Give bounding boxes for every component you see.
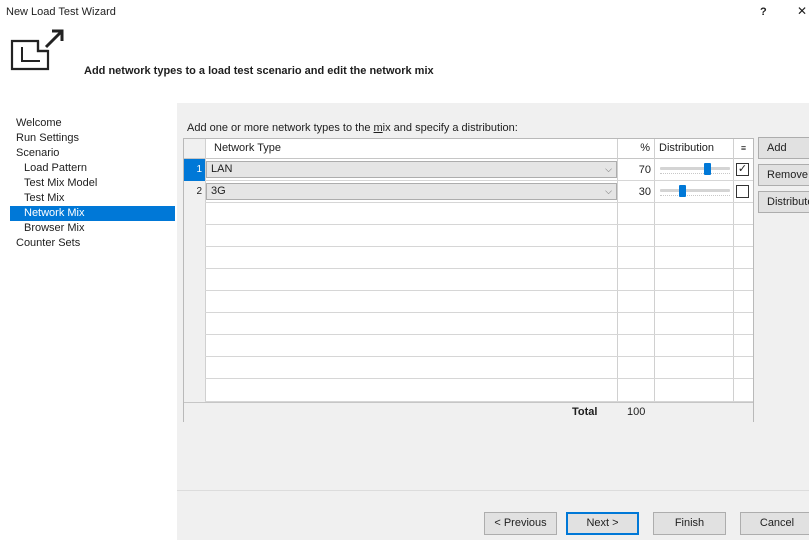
- instruction-text: Add one or more network types to the mix…: [187, 122, 518, 134]
- header-lock[interactable]: ≡: [734, 139, 753, 159]
- empty-row[interactable]: [184, 335, 753, 357]
- distribution-slider[interactable]: [660, 163, 730, 176]
- network-type-select[interactable]: LAN ⌵: [206, 161, 617, 178]
- header-rownum: [184, 139, 205, 159]
- slider-ticks: [660, 173, 730, 175]
- total-row: Total 100: [184, 402, 753, 422]
- title-bar: New Load Test Wizard ? ✕: [0, 0, 809, 22]
- distribute-label: Distribute: [767, 196, 809, 208]
- wizard-header-text: Add network types to a load test scenari…: [84, 65, 434, 77]
- nav-item-test-mix[interactable]: Test Mix: [10, 191, 175, 206]
- next-button[interactable]: Next >: [566, 512, 639, 535]
- empty-row[interactable]: [184, 247, 753, 269]
- row-header: [184, 225, 205, 247]
- network-type-value: 3G: [211, 185, 226, 197]
- empty-row[interactable]: [184, 203, 753, 225]
- slider-thumb[interactable]: [704, 163, 711, 175]
- previous-button[interactable]: < Previous: [484, 512, 557, 535]
- network-type-select[interactable]: 3G ⌵: [206, 183, 617, 200]
- slider-track: [660, 189, 730, 192]
- instruction-access-key: m: [373, 122, 383, 134]
- slider-ticks: [660, 195, 730, 197]
- wizard-nav: Welcome Run Settings Scenario Load Patte…: [10, 116, 175, 251]
- empty-row[interactable]: [184, 269, 753, 291]
- row-header: [184, 269, 205, 291]
- row-number[interactable]: 1: [184, 159, 205, 181]
- slider-thumb[interactable]: [679, 185, 686, 197]
- empty-row[interactable]: [184, 225, 753, 247]
- network-mix-grid: Network Type % Distribution ≡ 1 LAN ⌵ 70 …: [183, 138, 754, 422]
- empty-row[interactable]: [184, 313, 753, 335]
- row-header: [184, 291, 205, 313]
- add-label: Add: [767, 142, 787, 154]
- nav-item-browser-mix[interactable]: Browser Mix: [10, 221, 175, 236]
- wizard-header-icon: [10, 29, 64, 71]
- row-number[interactable]: 2: [184, 181, 205, 203]
- network-type-value: LAN: [211, 163, 233, 175]
- percent-value[interactable]: 70: [618, 159, 654, 181]
- chevron-down-icon: ⌵: [605, 186, 612, 196]
- nav-item-counter-sets[interactable]: Counter Sets: [10, 236, 175, 251]
- lock-checkbox[interactable]: [736, 185, 749, 198]
- header-network-type[interactable]: Network Type: [206, 139, 617, 159]
- row-header: [184, 247, 205, 269]
- row-header: [184, 203, 205, 225]
- close-button[interactable]: ✕: [797, 4, 807, 18]
- remove-button[interactable]: Remove: [758, 164, 809, 186]
- row-header: [184, 335, 205, 357]
- cancel-button[interactable]: Cancel: [740, 512, 809, 535]
- add-button[interactable]: Add: [758, 137, 809, 159]
- nav-item-load-pattern[interactable]: Load Pattern: [10, 161, 175, 176]
- total-value: 100: [627, 406, 646, 418]
- row-header: [184, 379, 205, 402]
- nav-item-run-settings[interactable]: Run Settings: [10, 131, 175, 146]
- table-row[interactable]: 1 LAN ⌵ 70 ✓: [184, 159, 753, 181]
- empty-row[interactable]: [184, 357, 753, 379]
- header-distribution[interactable]: Distribution: [655, 139, 733, 159]
- lock-checkbox[interactable]: ✓: [736, 163, 749, 176]
- nav-item-network-mix[interactable]: Network Mix: [10, 206, 175, 221]
- nav-item-welcome[interactable]: Welcome: [10, 116, 175, 131]
- empty-row[interactable]: [184, 291, 753, 313]
- nav-item-scenario[interactable]: Scenario: [10, 146, 175, 161]
- percent-value[interactable]: 30: [618, 181, 654, 203]
- total-label: Total: [572, 406, 598, 418]
- nav-item-test-mix-model[interactable]: Test Mix Model: [10, 176, 175, 191]
- slider-track: [660, 167, 730, 170]
- window-title: New Load Test Wizard: [6, 6, 116, 18]
- finish-button[interactable]: Finish: [653, 512, 726, 535]
- empty-row[interactable]: [184, 379, 753, 402]
- instruction-pre: Add one or more network types to the: [187, 122, 374, 134]
- distribution-slider[interactable]: [660, 185, 730, 198]
- distribute-button[interactable]: Distribute: [758, 191, 809, 213]
- table-row[interactable]: 2 3G ⌵ 30: [184, 181, 753, 203]
- header-percent[interactable]: %: [618, 139, 654, 159]
- chevron-down-icon: ⌵: [605, 164, 612, 174]
- instruction-post: ix and specify a distribution:: [382, 122, 518, 134]
- help-button[interactable]: ?: [760, 6, 767, 18]
- row-header: [184, 357, 205, 379]
- remove-label: Remove: [767, 169, 808, 181]
- row-header: [184, 313, 205, 335]
